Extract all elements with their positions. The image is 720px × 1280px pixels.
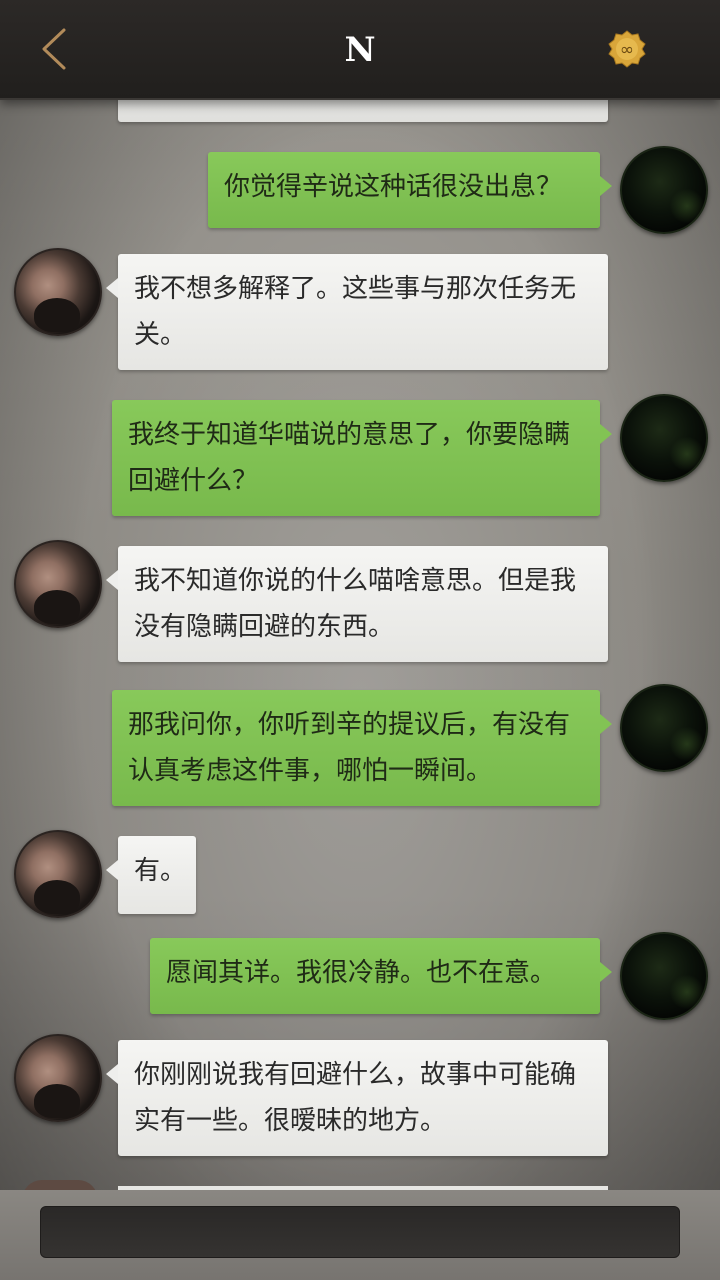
message-input[interactable] xyxy=(40,1206,680,1258)
badge-symbol: ∞ xyxy=(620,40,634,60)
infinity-badge-icon: ∞ xyxy=(608,30,646,68)
message-bubble-incoming[interactable]: 你刚刚说我有回避什么，故事中可能确实有一些。很暧昧的地方。 xyxy=(106,1040,608,1156)
message-bubble-incoming[interactable]: 我不知道你说的什么喵啥意思。但是我没有隐瞒回避的东西。 xyxy=(106,546,608,662)
message-bubble-outgoing[interactable]: 我终于知道华喵说的意思了，你要隐瞒回避什么？ xyxy=(112,400,612,516)
infinity-badge-button[interactable]: ∞ xyxy=(608,30,646,68)
my-avatar[interactable] xyxy=(620,932,708,1020)
my-avatar[interactable] xyxy=(620,146,708,234)
contact-avatar[interactable] xyxy=(14,540,102,628)
contact-avatar[interactable] xyxy=(14,1034,102,1122)
message-bubble-outgoing[interactable]: 愿闻其详。我很冷静。也不在意。 xyxy=(150,938,612,1014)
my-avatar[interactable] xyxy=(620,394,708,482)
chat-screen: N ∞ 你觉得辛说这种话很没出息？ 我不想多解释了。这些事与那次任务无关。 我终… xyxy=(0,0,720,1280)
my-avatar[interactable] xyxy=(620,684,708,772)
message-bubble-incoming[interactable]: 我不想多解释了。这些事与那次任务无关。 xyxy=(106,254,608,370)
message-bubble-incoming[interactable]: 有。 xyxy=(106,836,196,914)
contact-avatar[interactable] xyxy=(14,830,102,918)
contact-avatar[interactable] xyxy=(14,248,102,336)
message-bubble-outgoing[interactable]: 你觉得辛说这种话很没出息？ xyxy=(208,152,612,228)
message-list[interactable]: 你觉得辛说这种话很没出息？ 我不想多解释了。这些事与那次任务无关。 我终于知道华… xyxy=(0,0,720,1200)
message-bubble-outgoing[interactable]: 那我问你，你听到辛的提议后，有没有认真考虑这件事，哪怕一瞬间。 xyxy=(112,690,612,806)
top-bar: N ∞ xyxy=(0,0,720,100)
